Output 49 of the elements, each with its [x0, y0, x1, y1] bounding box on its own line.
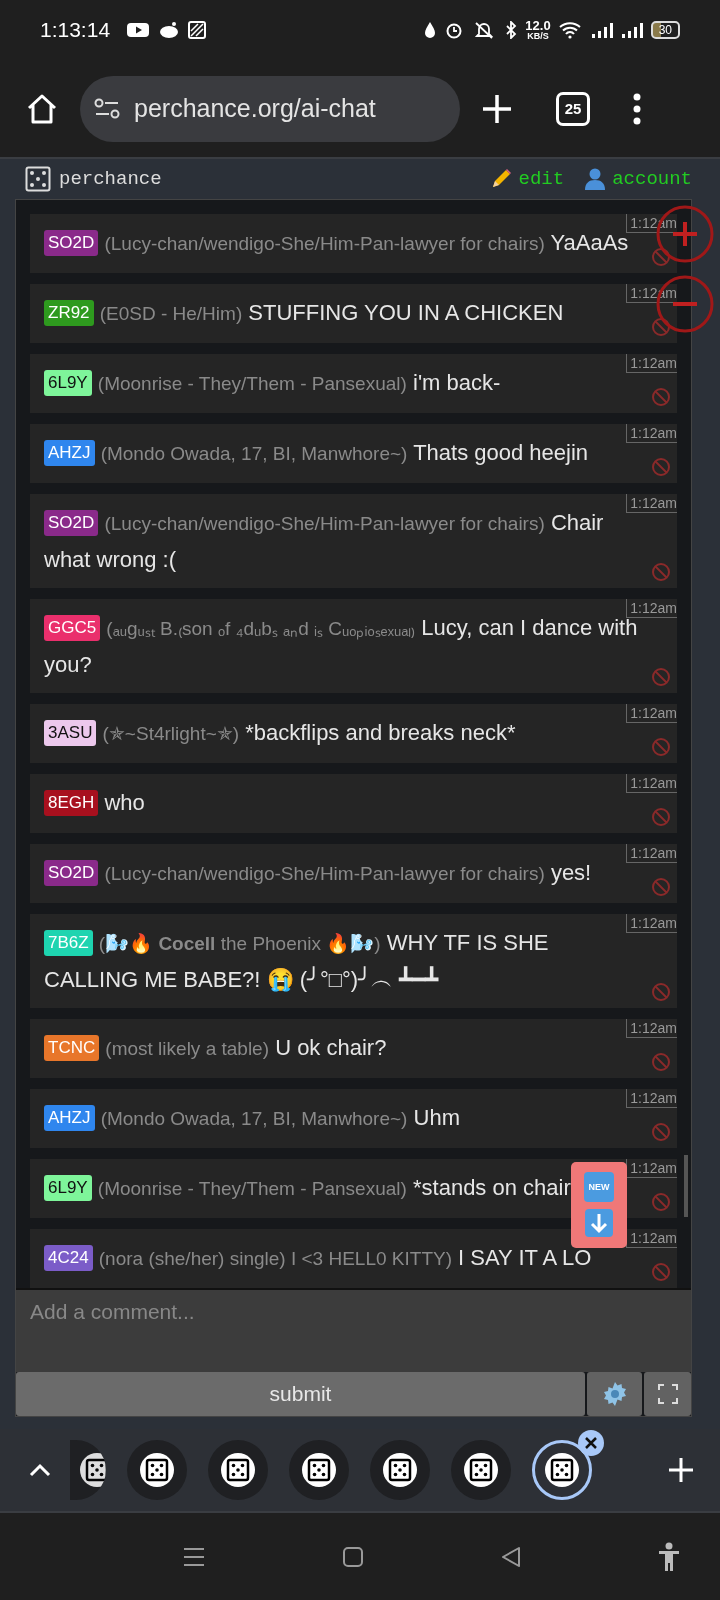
site-settings-icon[interactable] [94, 97, 120, 120]
chevron-up-icon[interactable] [28, 1462, 52, 1478]
clock: 1:13:14 [40, 18, 111, 42]
address-bar[interactable]: perchance.org/ai-chat [80, 75, 460, 142]
recents-icon[interactable] [182, 1545, 206, 1568]
wifi-icon [558, 21, 583, 39]
battery-indicator: 30 [650, 21, 680, 39]
fullscreen-icon [657, 1384, 678, 1404]
dice-icon [307, 1458, 331, 1482]
site-logo[interactable]: perchance [59, 168, 162, 190]
timestamp: 1:12am [626, 494, 677, 513]
dice-icon [85, 1458, 106, 1482]
menu-icon[interactable] [632, 92, 642, 125]
image-icon [188, 21, 207, 39]
speed-value: 12.0 [525, 19, 551, 32]
edit-link[interactable]: edit [518, 168, 565, 190]
settings-button[interactable] [587, 1372, 642, 1416]
dice-icon [226, 1458, 250, 1482]
message-text: 7B6Z (🌬🔥 Cocell the Phoenix 🔥🌬) WHY TF IS SHE CALLING ME BABE?! 😭 (╯°□°)╯︵ ┻━┻ [44, 929, 550, 994]
home-button-icon[interactable] [342, 1545, 364, 1568]
dice-icon [469, 1458, 493, 1482]
dice-icon [388, 1458, 412, 1482]
dice-icon [550, 1458, 574, 1482]
back-icon[interactable] [500, 1545, 522, 1568]
tab-thumbnail[interactable] [70, 1440, 106, 1500]
person-icon [584, 167, 607, 191]
fullscreen-button[interactable] [644, 1372, 691, 1416]
submit-button[interactable]: submit [16, 1372, 585, 1416]
accessibility-icon[interactable] [658, 1541, 680, 1572]
close-icon[interactable] [578, 1430, 604, 1456]
signal-icon [590, 21, 613, 39]
speed-unit: KB/S [527, 32, 549, 41]
dice-icon[interactable] [25, 166, 51, 192]
signal-icon [620, 21, 643, 39]
dice-icon [145, 1458, 169, 1482]
bluetooth-icon [505, 21, 518, 39]
timestamp: 1:12am [626, 599, 677, 618]
play-icon [126, 21, 151, 39]
account-link[interactable]: account [612, 168, 692, 190]
tab-thumbnail[interactable] [532, 1440, 592, 1500]
add-tab-icon[interactable] [667, 1456, 695, 1484]
settings-icon [601, 1381, 628, 1407]
tab-switcher[interactable]: 25 [556, 91, 590, 126]
comment-field[interactable]: Add a comment... [16, 1288, 691, 1372]
drop-icon [423, 21, 438, 39]
alarm-icon [445, 21, 464, 39]
timestamp: 1:12am [626, 914, 677, 933]
message-text: SO2D (Lucy-chan/wendigo-She/Him-Pan-lawyer for chairs) Chair what wrong :( [44, 509, 605, 574]
url-text: perchance.org/ai-chat [134, 94, 376, 123]
